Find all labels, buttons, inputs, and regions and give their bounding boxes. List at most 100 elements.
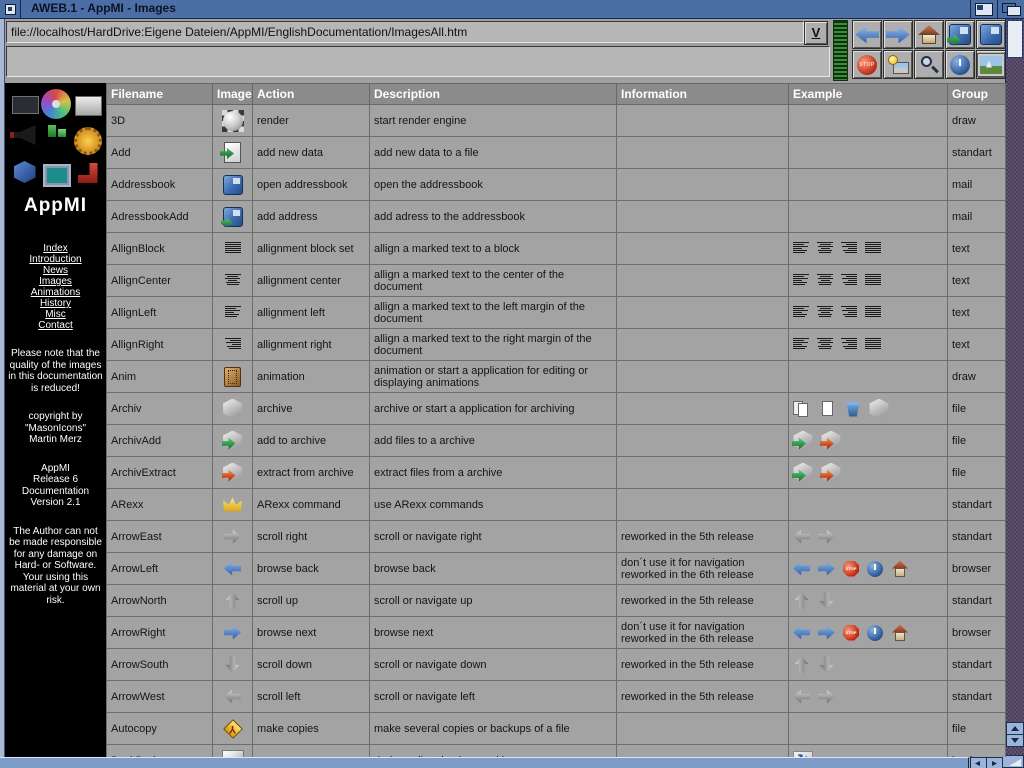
example-cell — [789, 681, 948, 713]
logo-gear-icon — [74, 127, 102, 155]
history-button[interactable] — [945, 50, 975, 79]
filename-cell: ArrowSouth — [107, 649, 213, 681]
stop-button[interactable] — [852, 50, 882, 79]
description-cell: add new data to a file — [370, 137, 617, 169]
sidebar-link-index[interactable]: Index — [5, 243, 106, 254]
trash-icon — [845, 401, 861, 417]
action-cell: scroll left — [253, 681, 370, 713]
scroll-down-button[interactable] — [1006, 734, 1024, 747]
information-cell — [617, 745, 789, 758]
window-title: AWEB.1 - AppMI - Images — [21, 0, 970, 18]
home-button[interactable] — [914, 20, 944, 49]
group-cell: file — [948, 393, 1006, 425]
action-cell: extract from archive — [253, 457, 370, 489]
image-cell — [213, 521, 253, 553]
vertical-scrollbar-thumb[interactable] — [1007, 20, 1023, 58]
sidebar-link-images[interactable]: Images — [5, 276, 106, 287]
load-images-button[interactable] — [883, 50, 913, 79]
table-row: Addadd new dataadd new data to a filesta… — [107, 137, 1006, 169]
table-row: Archivarchivearchive or start a applicat… — [107, 393, 1006, 425]
cube-extract-icon — [821, 463, 841, 483]
action-cell: scroll down — [253, 649, 370, 681]
table-row: Autocopymake copiesmake several copies o… — [107, 713, 1006, 745]
example-cell — [789, 649, 948, 681]
image-cell — [213, 553, 253, 585]
logo-tool-icon — [78, 163, 98, 183]
bookmarks-button[interactable] — [976, 20, 1006, 49]
align-right-icon — [841, 338, 857, 351]
information-cell — [617, 137, 789, 169]
example-cell — [789, 457, 948, 489]
scroll-right-button[interactable] — [986, 757, 1003, 768]
toolbar-buttons — [852, 20, 1006, 79]
search-button[interactable] — [914, 50, 944, 79]
align-left-icon — [793, 242, 809, 255]
tb-home-icon — [918, 25, 940, 44]
url-dropdown-button[interactable]: V — [804, 21, 828, 45]
table-header-row: FilenameImageActionDescriptionInformatio… — [107, 84, 1006, 105]
filename-cell: ArchivExtract — [107, 457, 213, 489]
action-cell: add new data — [253, 137, 370, 169]
image-cell — [213, 681, 253, 713]
back-button[interactable] — [852, 20, 882, 49]
arrow-east-gray-icon — [224, 529, 241, 544]
sidebar-link-introduction[interactable]: Introduction — [5, 254, 106, 265]
image-cell — [213, 713, 253, 745]
image-viewer-button[interactable] — [976, 50, 1006, 79]
sidebar-link-animations[interactable]: Animations — [5, 287, 106, 298]
filename-cell: AllignBlock — [107, 233, 213, 265]
aweb-browser-window: AWEB.1 - AppMI - Images file://localhost… — [0, 0, 1024, 768]
triangle-left-icon — [975, 761, 980, 766]
horizontal-scrollbar[interactable] — [0, 757, 1024, 768]
group-cell: mail — [948, 201, 1006, 233]
image-cell — [213, 745, 253, 758]
chevron-up-icon — [1011, 726, 1019, 731]
information-cell — [617, 105, 789, 137]
table-row: ArrowEastscroll rightscroll or navigate … — [107, 521, 1006, 553]
sidebar-link-misc[interactable]: Misc — [5, 309, 106, 320]
forward-button[interactable] — [883, 20, 913, 49]
column-header-group: Group — [948, 84, 1006, 105]
scroll-left-button[interactable] — [970, 757, 987, 768]
action-cell: animation — [253, 361, 370, 393]
logo-m2-icon — [58, 129, 66, 137]
group-cell: text — [948, 297, 1006, 329]
logo-monitor-icon — [43, 164, 71, 187]
close-gadget[interactable] — [0, 0, 21, 18]
description-cell: make several copies or backups of a file — [370, 713, 617, 745]
stop-icon — [843, 625, 859, 641]
sidebar-link-history[interactable]: History — [5, 298, 106, 309]
logo-wordmark: AppMI — [5, 195, 106, 217]
horizontal-scrollbar-thumb[interactable] — [0, 757, 969, 768]
description-cell: extract files from a archive — [370, 457, 617, 489]
group-cell: file — [948, 457, 1006, 489]
url-input[interactable]: file://localhost/HardDrive:Eigene Dateie… — [6, 21, 804, 43]
cube-add-icon — [793, 463, 813, 483]
image-cell — [213, 361, 253, 393]
add-bookmark-button[interactable] — [945, 20, 975, 49]
tb-stop-icon — [857, 55, 877, 75]
group-cell: standart — [948, 649, 1006, 681]
group-cell: file — [948, 425, 1006, 457]
home-icon — [891, 561, 909, 577]
arrow-east-blue-icon — [224, 625, 241, 640]
image-cell — [213, 489, 253, 521]
column-header-description: Description — [370, 84, 617, 105]
toolbar-grip[interactable] — [833, 20, 848, 81]
align-block-icon — [865, 306, 881, 319]
sidebar-link-contact[interactable]: Contact — [5, 320, 106, 331]
zoom-gadget[interactable] — [970, 0, 997, 18]
action-cell: ARexx command — [253, 489, 370, 521]
information-cell: don´t use it for navigation reworked in … — [617, 617, 789, 649]
group-cell: standart — [948, 137, 1006, 169]
action-cell: allignment left — [253, 297, 370, 329]
example-cell — [789, 617, 948, 649]
secondary-input[interactable] — [6, 46, 830, 77]
depth-gadget[interactable] — [997, 0, 1024, 18]
group-cell: standart — [948, 585, 1006, 617]
sidebar-link-news[interactable]: News — [5, 265, 106, 276]
arrow-west-blue-icon — [224, 561, 241, 576]
vertical-scrollbar[interactable] — [1005, 19, 1024, 757]
align-block-icon — [865, 242, 881, 255]
example-cell — [789, 329, 948, 361]
